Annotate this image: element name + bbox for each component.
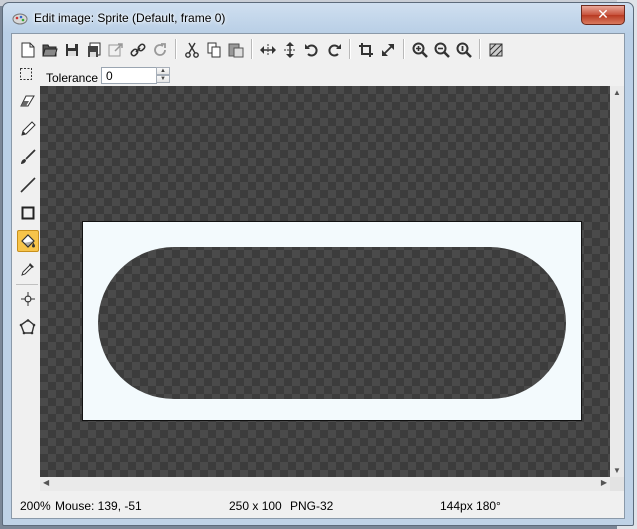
- vertical-scrollbar[interactable]: ▲ ▼: [610, 86, 624, 477]
- spin-up-icon[interactable]: ▲: [156, 67, 170, 75]
- status-dimensions: 250 x 100: [229, 499, 282, 513]
- flip-horizontal-icon[interactable]: [258, 40, 278, 60]
- zoom-out-icon[interactable]: [432, 40, 452, 60]
- tool-palette: [12, 86, 40, 476]
- rotate-left-icon[interactable]: [302, 40, 322, 60]
- polygon-icon[interactable]: [17, 316, 39, 338]
- window-title: Edit image: Sprite (Default, frame 0): [34, 11, 226, 25]
- status-zoom: 200%: [20, 499, 51, 513]
- eraser-icon[interactable]: [17, 90, 39, 112]
- link-icon[interactable]: [128, 40, 148, 60]
- status-mouse: Mouse: 139, -51: [55, 499, 142, 513]
- rotate-right-icon[interactable]: [324, 40, 344, 60]
- scroll-down-icon[interactable]: ▼: [613, 466, 621, 475]
- paste-icon[interactable]: [226, 40, 246, 60]
- pencil-icon[interactable]: [17, 118, 39, 140]
- sprite-shape: [98, 247, 566, 399]
- main-toolbar: [12, 34, 624, 64]
- app-icon: [12, 13, 28, 25]
- open-icon[interactable]: [40, 40, 60, 60]
- close-button[interactable]: ✕: [581, 5, 625, 25]
- resize-icon[interactable]: [378, 40, 398, 60]
- rectangle-icon[interactable]: [17, 202, 39, 224]
- fill-icon[interactable]: [17, 230, 39, 252]
- tool-separator: [16, 284, 38, 285]
- new-icon[interactable]: [18, 40, 38, 60]
- spin-down-icon[interactable]: ▼: [156, 75, 170, 83]
- status-brush: 144px 180°: [440, 499, 501, 513]
- reload-icon[interactable]: [150, 40, 170, 60]
- image-canvas[interactable]: [40, 86, 610, 477]
- toolbar-separator: [349, 39, 351, 59]
- save-icon[interactable]: [62, 40, 82, 60]
- brush-icon[interactable]: [17, 146, 39, 168]
- zoom-reset-icon[interactable]: [454, 40, 474, 60]
- export-icon[interactable]: [106, 40, 126, 60]
- dashed-selection-icon[interactable]: [20, 68, 32, 80]
- status-bar: 200% Mouse: 139, -51 250 x 100 PNG-32 14…: [12, 496, 624, 518]
- scroll-left-icon[interactable]: ◀: [43, 478, 49, 487]
- tolerance-spinner[interactable]: ▲ ▼: [156, 67, 170, 84]
- tool-options-bar: Tolerance ▲ ▼: [12, 64, 624, 86]
- copy-icon[interactable]: [204, 40, 224, 60]
- status-format: PNG-32: [290, 499, 334, 513]
- tolerance-label: Tolerance: [46, 71, 99, 85]
- scroll-up-icon[interactable]: ▲: [613, 88, 621, 97]
- toolbar-separator: [175, 39, 177, 59]
- horizontal-scrollbar[interactable]: ◀ ▶: [40, 477, 610, 491]
- toolbar-separator: [403, 39, 405, 59]
- image-bounds: [82, 221, 582, 421]
- crosshair-icon[interactable]: [17, 288, 39, 310]
- image-editor-window: Edit image: Sprite (Default, frame 0) ✕: [2, 2, 634, 526]
- toolbar-separator: [251, 39, 253, 59]
- save-as-icon[interactable]: [84, 40, 104, 60]
- crop-icon[interactable]: [356, 40, 376, 60]
- zoom-in-icon[interactable]: [410, 40, 430, 60]
- title-bar[interactable]: Edit image: Sprite (Default, frame 0) ✕: [3, 3, 633, 33]
- scroll-corner: [610, 477, 624, 491]
- scroll-right-icon[interactable]: ▶: [601, 478, 607, 487]
- tolerance-input[interactable]: [101, 67, 157, 84]
- cut-icon[interactable]: [182, 40, 202, 60]
- eyedropper-icon[interactable]: [17, 258, 39, 280]
- editor-client-area: Tolerance ▲ ▼: [11, 33, 625, 519]
- toolbar-separator: [479, 39, 481, 59]
- grid-icon[interactable]: [486, 40, 506, 60]
- line-icon[interactable]: [17, 174, 39, 196]
- flip-vertical-icon[interactable]: [280, 40, 300, 60]
